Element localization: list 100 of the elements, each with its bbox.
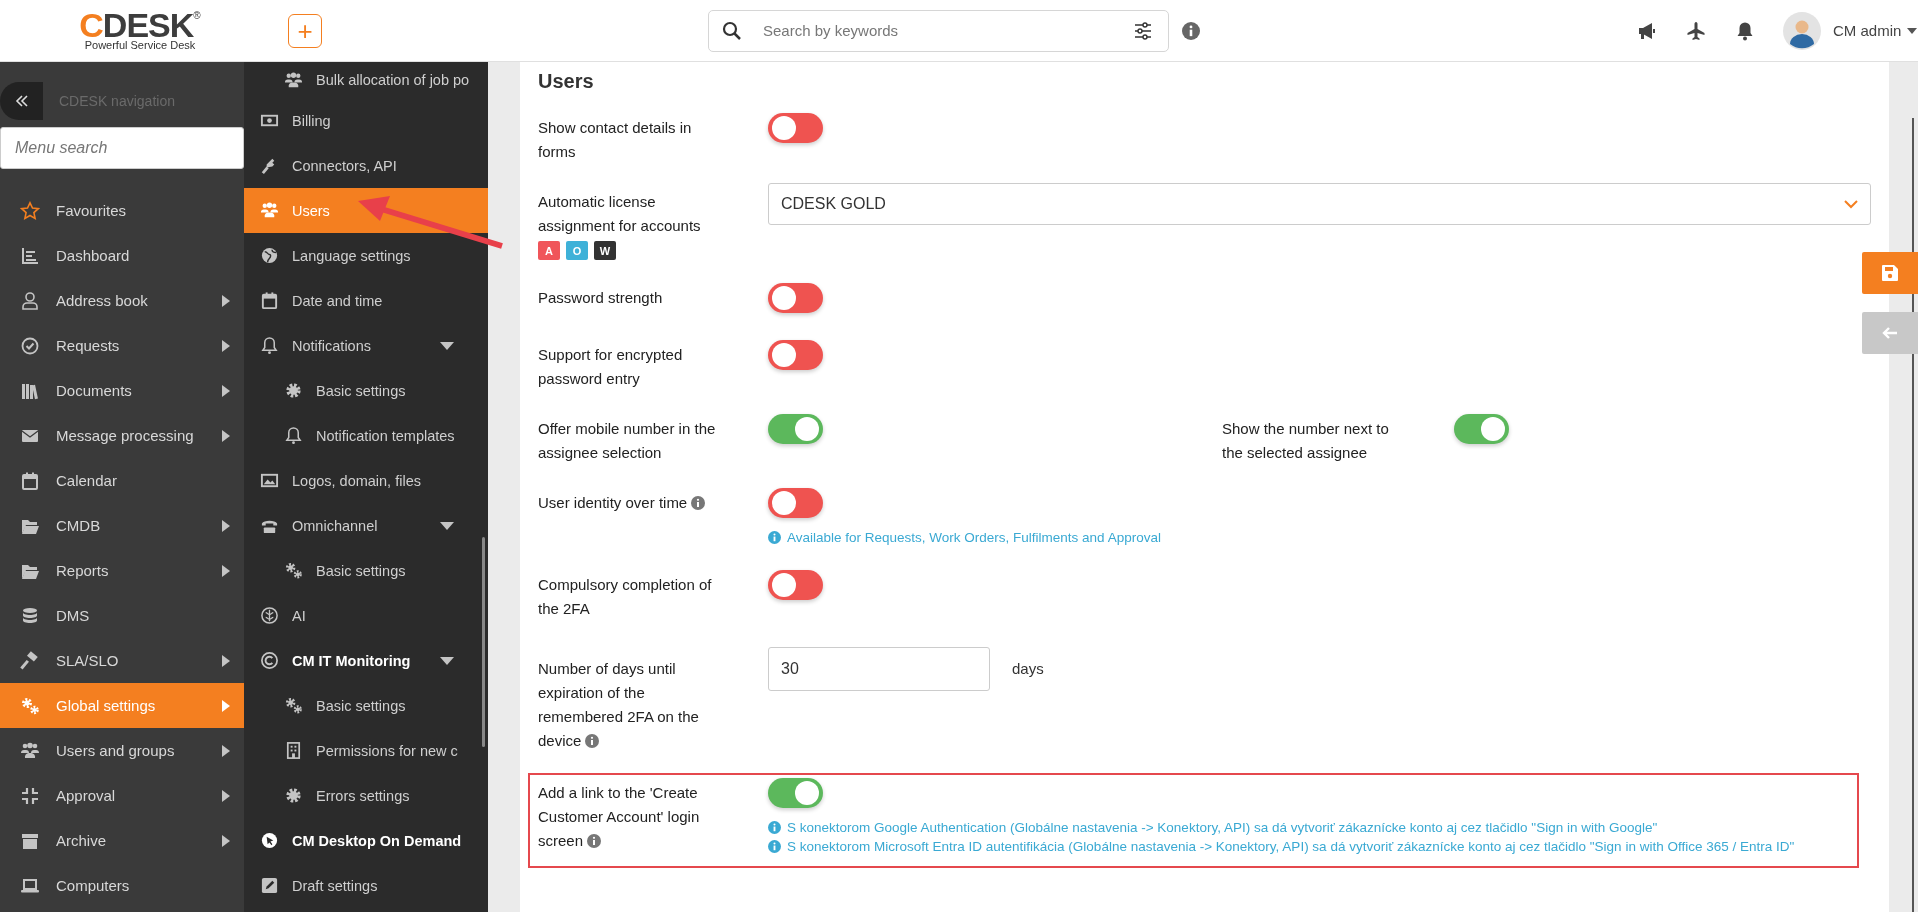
submenu-item[interactable]: Connectors, API: [244, 143, 488, 188]
nav-item[interactable]: Approval: [0, 773, 244, 818]
setting-label: Support for encrypted password entry: [538, 346, 683, 387]
setting-label: Compulsory completion of the 2FA: [538, 576, 712, 617]
submenu-item[interactable]: CM Desktop On Demand: [244, 818, 488, 863]
nav-item[interactable]: Documents: [0, 368, 244, 413]
submenu-item[interactable]: Billing: [244, 98, 488, 143]
chevron-down-icon: [1844, 199, 1858, 209]
submenu-item[interactable]: Notifications: [244, 323, 488, 368]
nav-item[interactable]: CMDB: [0, 503, 244, 548]
toggle-switch[interactable]: [768, 113, 823, 143]
bell-icon: [260, 336, 279, 355]
account-tag: A: [538, 241, 560, 260]
nav-item[interactable]: Users and groups: [0, 728, 244, 773]
toggle-switch[interactable]: [768, 340, 823, 370]
submenu-item[interactable]: Errors settings: [244, 773, 488, 818]
submenu-item[interactable]: Basic settings: [244, 368, 488, 413]
collapse-button[interactable]: [0, 82, 43, 120]
hammer-icon: [20, 650, 40, 671]
airplane-icon[interactable]: [1686, 20, 1706, 41]
person-icon: [20, 290, 40, 311]
nav-item[interactable]: DMS: [0, 593, 244, 638]
info-icon: [768, 531, 781, 544]
nav-item[interactable]: Calendar: [0, 458, 244, 503]
caret-down-icon[interactable]: [440, 521, 454, 530]
filter-sliders-icon[interactable]: [1133, 20, 1153, 41]
gears-icon: [284, 561, 303, 580]
people-gear-icon: [284, 70, 303, 90]
nav-item[interactable]: Reports: [0, 548, 244, 593]
save-button[interactable]: [1862, 252, 1918, 294]
toggle-switch[interactable]: [768, 414, 823, 444]
setting-label: Offer mobile number in the assignee selection: [538, 420, 716, 461]
people-icon: [260, 201, 279, 220]
search-field[interactable]: Search by keywords: [708, 9, 1169, 52]
people-icon: [20, 740, 40, 761]
submenu-item[interactable]: CM IT Monitoring: [244, 638, 488, 683]
bell-icon[interactable]: [1735, 20, 1755, 41]
submenu-item[interactable]: Basic settings: [244, 683, 488, 728]
account-tag: W: [594, 241, 616, 260]
nav-item[interactable]: Dashboard: [0, 233, 244, 278]
gears-icon: [20, 695, 40, 716]
nav-item[interactable]: Requests: [0, 323, 244, 368]
days-input[interactable]: 30: [768, 647, 990, 691]
setting-label: Show the number next to the selected assignee: [1222, 419, 1390, 463]
submenu-item[interactable]: Language settings: [244, 233, 488, 278]
nav-item[interactable]: Computers: [0, 863, 244, 908]
setting-label: Password strength: [538, 289, 663, 306]
toggle-switch[interactable]: [768, 283, 823, 313]
globe-icon: [260, 246, 279, 265]
submenu-item[interactable]: Logos, domain, files: [244, 458, 488, 503]
info-note: S konektorom Google Authentication (Globálne nastavenia -> Konektory, API) sa dá vytvoriť zákaznícke konto aj cez tlačidlo "Sign in with Google": [787, 819, 1658, 837]
submenu-item[interactable]: Bulk allocation of job po: [244, 62, 488, 98]
info-note: Available for Requests, Work Orders, Fulfilments and Approval: [787, 529, 1161, 547]
menu-search-field[interactable]: Menu search: [0, 127, 244, 169]
license-dropdown[interactable]: CDESK GOLD: [768, 183, 1871, 225]
nav-item[interactable]: Favourites: [0, 188, 244, 233]
calendar-icon: [260, 291, 279, 310]
nav-item[interactable]: Archive: [0, 818, 244, 863]
submenu-item[interactable]: Draft settings: [244, 863, 488, 908]
info-icon: [768, 840, 781, 853]
submenu-item[interactable]: Omnichannel: [244, 503, 488, 548]
setting-label: Number of days until expiration of the remembered 2FA on the device: [538, 660, 699, 749]
caret-down-icon[interactable]: [440, 656, 454, 665]
submenu-item[interactable]: Notification templates: [244, 413, 488, 458]
caret-down-icon: [1907, 27, 1918, 34]
bar-chart-icon: [20, 245, 40, 266]
chevrons-left-icon: [13, 93, 30, 109]
nav-item[interactable]: Address book: [0, 278, 244, 323]
toggle-switch[interactable]: [1454, 414, 1509, 444]
info-icon[interactable]: [1182, 21, 1200, 40]
account-tag: O: [566, 241, 588, 260]
toggle-switch[interactable]: [768, 488, 823, 518]
pencil-icon: [260, 876, 279, 895]
search-icon: [722, 20, 742, 41]
nav-item[interactable]: Message processing: [0, 413, 244, 458]
info-icon: [768, 821, 781, 834]
cdesk-logo: CDESK® Powerful Service Desk: [80, 10, 200, 51]
calendar-icon: [20, 470, 40, 491]
toggle-switch[interactable]: [768, 778, 823, 808]
star-icon: [20, 200, 40, 221]
gear-icon: [284, 381, 303, 400]
submenu-item[interactable]: Basic settings: [244, 548, 488, 593]
submenu-item[interactable]: Date and time: [244, 278, 488, 323]
toggle-switch[interactable]: [768, 570, 823, 600]
submenu-item[interactable]: AI: [244, 593, 488, 638]
image-icon: [260, 471, 279, 490]
avatar[interactable]: [1783, 11, 1821, 50]
caret-down-icon[interactable]: [440, 341, 454, 350]
scrollbar[interactable]: [482, 537, 485, 747]
nav-item[interactable]: SLA/SLO: [0, 638, 244, 683]
brain-icon: [260, 606, 279, 625]
megaphone-icon[interactable]: [1637, 20, 1657, 41]
copyright-icon: [260, 651, 279, 670]
submenu-item[interactable]: Permissions for new c: [244, 728, 488, 773]
page-title: Users: [538, 69, 595, 94]
info-note: S konektorom Microsoft Entra ID autentifikácia (Globálne nastavenia -> Konektory, API) sa dá vytvoriť zákaznícke konto aj cez tlačidlo "Sign in with Office 365 / Entra ID": [787, 838, 1795, 856]
user-menu[interactable]: CM admin: [1833, 22, 1918, 39]
building-icon: [284, 741, 303, 760]
database-icon: [20, 605, 40, 626]
gear-icon: [284, 786, 303, 805]
